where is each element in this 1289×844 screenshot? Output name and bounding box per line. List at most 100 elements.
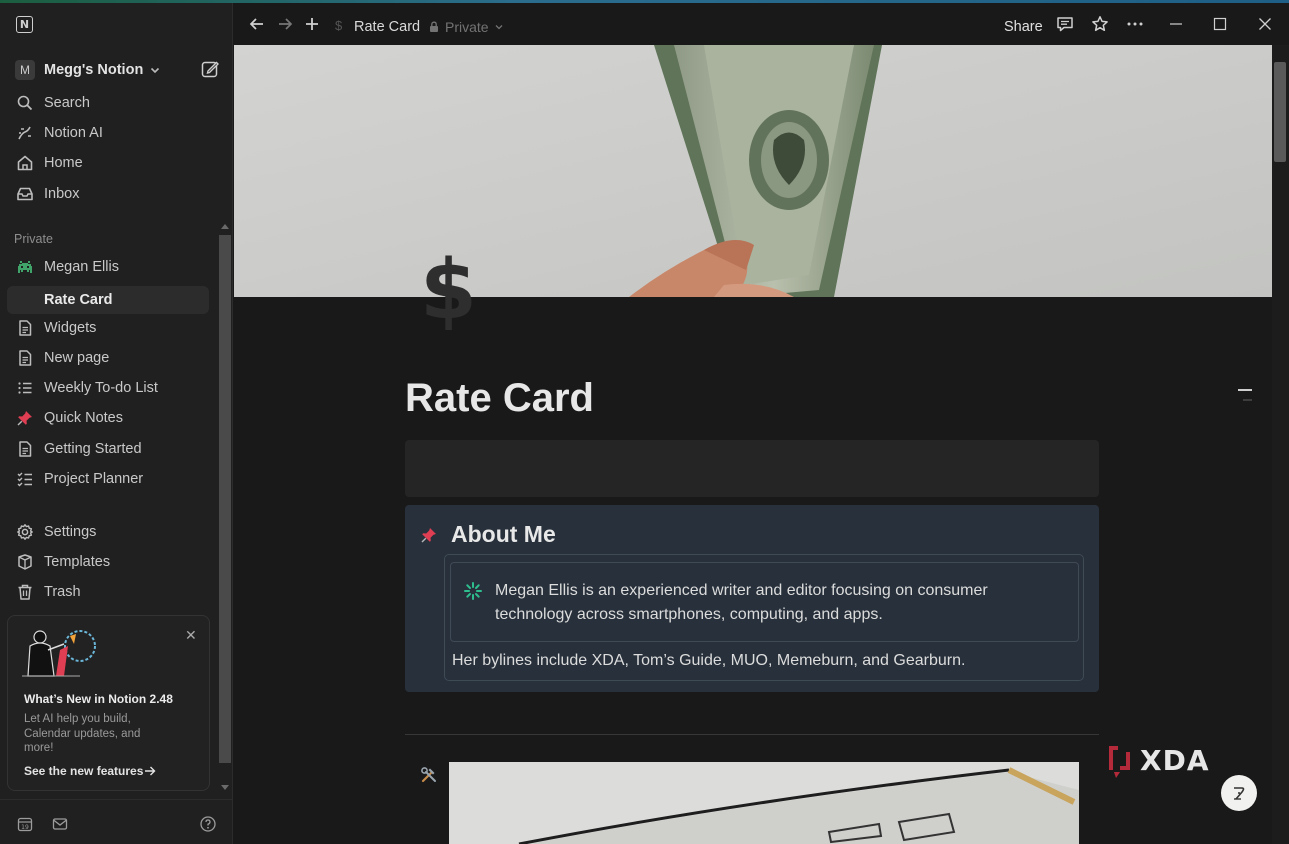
- sidebar-item-label: Home: [44, 155, 83, 171]
- sidebar-item-label: Inbox: [44, 186, 80, 202]
- sidebar-item-megan-ellis[interactable]: Megan Ellis: [7, 253, 209, 281]
- plus-icon[interactable]: [303, 15, 321, 33]
- inbox-icon: [17, 187, 33, 201]
- sidebar-item-home[interactable]: Home: [7, 149, 209, 177]
- sidebar-item-label: Widgets: [44, 320, 97, 336]
- see-new-features-link[interactable]: See the new features: [24, 764, 143, 778]
- section-label-private[interactable]: Private: [14, 232, 53, 246]
- dollar-icon: $: [20, 292, 30, 308]
- sidebar-item-new-page[interactable]: New page: [7, 344, 209, 372]
- bio-text[interactable]: Megan Ellis is an experienced writer and…: [495, 579, 1065, 626]
- sidebar-item-label: Rate Card: [44, 292, 113, 308]
- privacy-label: Private: [445, 19, 489, 35]
- sidebar-item-label: Quick Notes: [44, 410, 123, 426]
- calendar-icon[interactable]: 19: [17, 816, 33, 832]
- sidebar-item-label: Notion AI: [44, 125, 103, 141]
- share-button[interactable]: Share: [1004, 19, 1043, 35]
- page-icon: [19, 441, 32, 457]
- maximize-icon[interactable]: [1213, 17, 1227, 31]
- sidebar-item-inbox[interactable]: Inbox: [7, 180, 209, 208]
- help-icon[interactable]: [200, 816, 216, 832]
- workspace-switcher[interactable]: M Megg's Notion: [14, 57, 214, 83]
- sidebar-item-label: Settings: [44, 524, 97, 540]
- bylines-text[interactable]: Her bylines include XDA, Tom’s Guide, MU…: [452, 652, 965, 670]
- more-options-icon[interactable]: [1126, 15, 1144, 33]
- gear-icon: [17, 524, 33, 540]
- cover-image[interactable]: [234, 45, 1272, 297]
- notion-ai-face-icon: [1234, 787, 1245, 800]
- checklist-icon: [17, 472, 32, 487]
- search-icon: [17, 95, 33, 111]
- page-title[interactable]: Rate Card: [405, 376, 594, 421]
- forward-arrow-icon[interactable]: [276, 15, 294, 33]
- back-arrow-icon[interactable]: [248, 15, 266, 33]
- close-window-icon[interactable]: [1258, 17, 1272, 31]
- empty-block[interactable]: [405, 440, 1099, 497]
- pushpin-icon: [421, 528, 436, 543]
- page-icon-dollar[interactable]: $: [420, 250, 477, 332]
- sidebar-item-notion-ai[interactable]: Notion AI: [7, 119, 209, 147]
- hammer-and-wrench-icon: [421, 767, 436, 783]
- xda-watermark-logo: XDA: [1109, 744, 1210, 778]
- page-icon: [19, 350, 32, 366]
- chevron-down-icon: [495, 25, 503, 30]
- sidebar-item-label: Templates: [44, 554, 111, 570]
- pushpin-icon: [17, 411, 32, 426]
- sidebar-item-label: Megan Ellis: [44, 259, 119, 275]
- trash-icon: [18, 584, 32, 600]
- callout-heading[interactable]: About Me: [451, 521, 556, 548]
- table-of-contents-icon[interactable]: [1237, 388, 1253, 402]
- mail-icon[interactable]: [52, 816, 68, 832]
- sidebar-item-project-planner[interactable]: Project Planner: [7, 465, 209, 493]
- sidebar-item-label: Weekly To-do List: [44, 380, 158, 396]
- chevron-down-icon: [151, 67, 160, 74]
- page-icon: [19, 320, 32, 336]
- page-scrollbar-thumb[interactable]: [1274, 62, 1286, 162]
- scroll-up-arrow-icon[interactable]: [221, 223, 229, 229]
- new-page-icon[interactable]: [200, 59, 220, 79]
- svg-text:19: 19: [21, 824, 29, 831]
- comment-icon[interactable]: [1056, 15, 1074, 33]
- breadcrumb-page-icon: $: [335, 18, 343, 33]
- sidebar-item-label: Getting Started: [44, 441, 142, 457]
- sidebar-item-label: Trash: [44, 584, 81, 600]
- sidebar-scrollbar-thumb[interactable]: [219, 235, 231, 763]
- workspace-name: Megg's Notion: [44, 62, 144, 78]
- top-bar: $ Rate Card Private Share: [234, 3, 1289, 45]
- sidebar-item-trash[interactable]: Trash: [7, 578, 209, 606]
- star-icon[interactable]: [1091, 15, 1109, 33]
- sidebar-item-label: Search: [44, 95, 90, 111]
- page-scrollbar-track[interactable]: [1272, 45, 1289, 844]
- list-icon: [18, 382, 32, 394]
- promo-illustration-icon: [22, 630, 96, 677]
- notion-logo-icon[interactable]: N: [16, 16, 33, 33]
- arrow-right-icon[interactable]: [144, 765, 156, 777]
- divider: [405, 734, 1099, 735]
- sidebar-item-quick-notes[interactable]: Quick Notes: [7, 404, 209, 432]
- notion-ai-assistant-button[interactable]: [1221, 775, 1257, 811]
- workspace-avatar: M: [15, 60, 35, 80]
- notion-ai-icon: [18, 126, 31, 140]
- sidebar-item-rate-card[interactable]: $ Rate Card: [7, 286, 209, 314]
- promo-body: Let AI help you build, Calendar updates,…: [24, 713, 141, 754]
- sidebar-item-weekly-to-do-list[interactable]: Weekly To-do List: [7, 374, 209, 402]
- sidebar-item-templates[interactable]: Templates: [7, 548, 209, 576]
- sidebar-item-getting-started[interactable]: Getting Started: [7, 435, 209, 463]
- cover-photo-money-fan: [234, 45, 1272, 297]
- whats-new-card[interactable]: ✕ What’s New in Notion 2.48 Let AI help …: [7, 615, 210, 791]
- privacy-dropdown[interactable]: Private: [428, 19, 505, 35]
- breadcrumb[interactable]: Rate Card: [354, 19, 420, 35]
- sidebar-item-search[interactable]: Search: [7, 89, 209, 117]
- svg-text:XDA: XDA: [1140, 744, 1210, 777]
- sidebar-item-settings[interactable]: Settings: [7, 518, 209, 546]
- content-image[interactable]: [449, 762, 1079, 844]
- scroll-down-arrow-icon[interactable]: [221, 785, 229, 791]
- sidebar: N M Megg's Notion Search Notion AI Home …: [0, 3, 233, 844]
- sidebar-item-widgets[interactable]: Widgets: [7, 314, 209, 342]
- promo-title: What’s New in Notion 2.48: [24, 692, 173, 706]
- minimize-icon[interactable]: [1169, 17, 1183, 31]
- lock-icon: [430, 21, 438, 32]
- close-icon[interactable]: ✕: [185, 628, 197, 644]
- loading-spinner-icon: [464, 582, 482, 600]
- home-icon: [17, 155, 33, 171]
